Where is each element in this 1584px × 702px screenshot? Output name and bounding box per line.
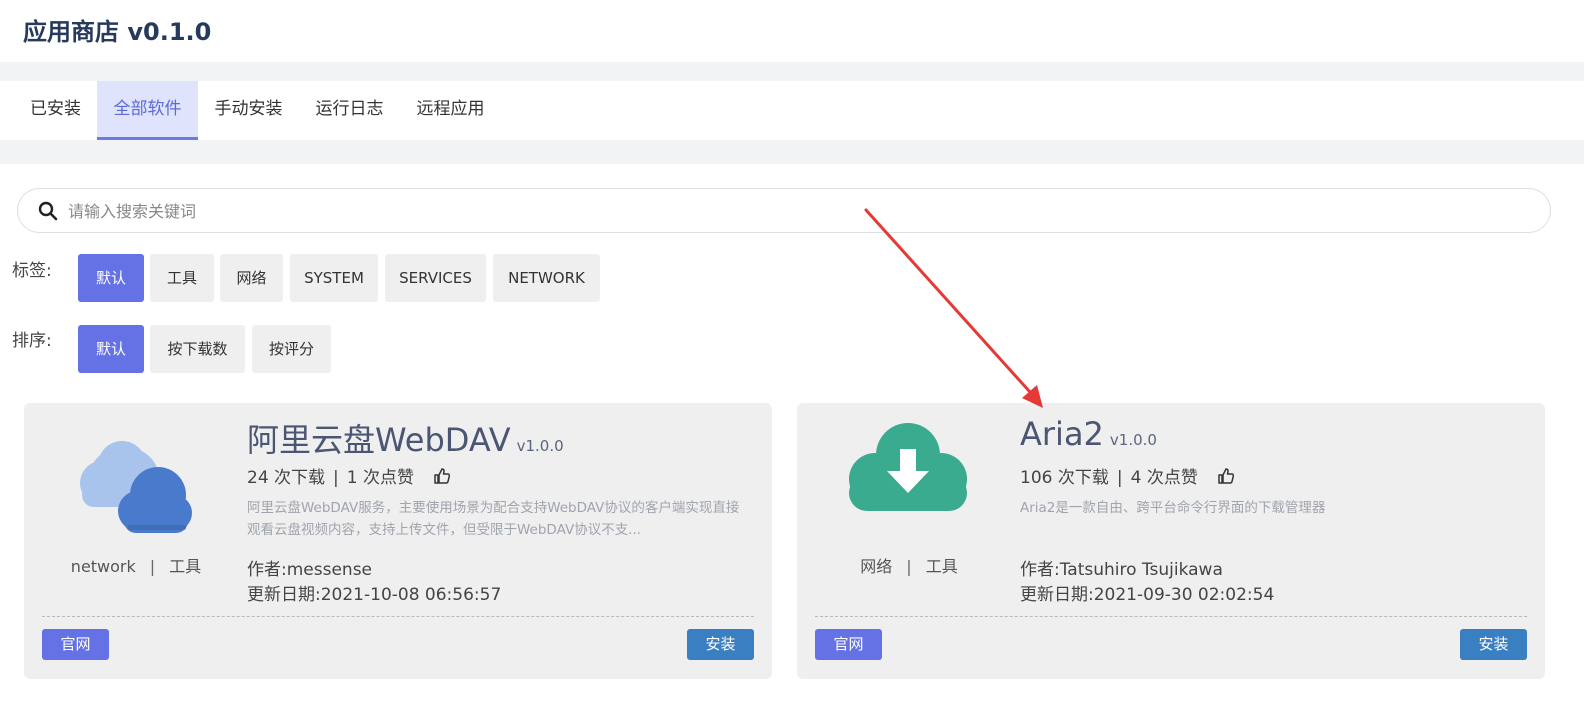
- app-updated-date: 更新日期:2021-09-30 02:02:54: [1020, 585, 1275, 605]
- tag-chip-system[interactable]: SYSTEM: [290, 254, 378, 302]
- app-tag: network: [70, 557, 136, 576]
- like-count: 4 次点赞: [1130, 468, 1198, 488]
- tag-chip-default[interactable]: 默认: [78, 254, 144, 302]
- tab-manual-install[interactable]: 手动安装: [198, 81, 299, 140]
- tab-all-software[interactable]: 全部软件: [97, 81, 198, 140]
- tags-label: 标签:: [12, 261, 52, 281]
- card-divider: [815, 616, 1527, 617]
- sort-chip-downloads[interactable]: 按下载数: [150, 325, 245, 373]
- download-count: 24 次下载: [247, 468, 326, 488]
- cloud-download-icon: [849, 423, 967, 511]
- app-version: v1.0.0: [516, 437, 564, 455]
- app-tag: 网络: [860, 557, 893, 576]
- tab-installed[interactable]: 已安装: [14, 81, 97, 140]
- app-title: Aria2: [1020, 415, 1104, 453]
- app-tag: 工具: [169, 557, 202, 576]
- app-version: v1.0.0: [1109, 431, 1157, 449]
- app-name: Aria2 v1.0.0: [1020, 415, 1157, 453]
- cloud-icon: [80, 441, 192, 533]
- like-count: 1 次点赞: [346, 468, 415, 488]
- tag-chip-network-cn[interactable]: 网络: [220, 254, 283, 302]
- tab-bar: 已安装 全部软件 手动安装 运行日志 远程应用: [0, 81, 1584, 140]
- install-button[interactable]: 安装: [1460, 629, 1527, 660]
- app-title: 应用商店 v0.1.0: [23, 18, 212, 46]
- search-icon: [38, 201, 58, 221]
- app-author: 作者:messense: [247, 560, 373, 580]
- app-description: 阿里云盘WebDAV服务，主要使用场景为配合支持WebDAV协议的客户端实现直接…: [247, 500, 740, 538]
- app-stats: 106 次下载 | 4 次点赞: [1020, 463, 1235, 488]
- search-input[interactable]: [68, 197, 1528, 225]
- app-tags: network | 工具: [70, 557, 202, 576]
- header-separator: [0, 62, 1584, 81]
- app-updated-date: 更新日期:2021-10-08 06:56:57: [247, 585, 502, 605]
- tag-chip-network[interactable]: NETWORK: [493, 254, 600, 302]
- thumbs-up-icon[interactable]: [433, 467, 451, 485]
- app-tags: 网络 | 工具: [860, 557, 958, 576]
- app-card: network | 工具 阿里云盘WebDAV v1.0.0 24 次下载 | 1 次点赞…: [24, 403, 772, 679]
- header: 应用商店 v0.1.0: [0, 0, 1584, 62]
- tabs-separator: [0, 140, 1584, 164]
- app-stats: 24 次下载 | 1 次点赞: [247, 463, 451, 488]
- tab-run-log[interactable]: 运行日志: [299, 81, 400, 140]
- tag-chip-tools[interactable]: 工具: [150, 254, 214, 302]
- sort-label: 排序:: [12, 331, 52, 351]
- download-count: 106 次下载: [1020, 468, 1109, 488]
- app-title: 阿里云盘WebDAV: [247, 421, 511, 459]
- website-button[interactable]: 官网: [815, 629, 882, 660]
- tab-remote-apps[interactable]: 远程应用: [400, 81, 501, 140]
- thumbs-up-icon[interactable]: [1217, 467, 1235, 485]
- install-button[interactable]: 安装: [687, 629, 754, 660]
- app-author: 作者:Tatsuhiro Tsujikawa: [1020, 560, 1223, 580]
- app-name: 阿里云盘WebDAV v1.0.0: [247, 415, 564, 461]
- card-divider: [42, 616, 754, 617]
- sort-chip-default[interactable]: 默认: [78, 325, 144, 373]
- app-card: 网络 | 工具 Aria2 v1.0.0 106 次下载 | 4 次点赞 Aria2是一款…: [797, 403, 1545, 679]
- app-description: Aria2是一款自由、跨平台命令行界面的下载管理器: [1020, 500, 1326, 516]
- tag-chip-services[interactable]: SERVICES: [385, 254, 486, 302]
- sort-chip-rating[interactable]: 按评分: [252, 325, 331, 373]
- search-bar[interactable]: [17, 188, 1551, 233]
- website-button[interactable]: 官网: [42, 629, 109, 660]
- app-tag: 工具: [925, 557, 958, 576]
